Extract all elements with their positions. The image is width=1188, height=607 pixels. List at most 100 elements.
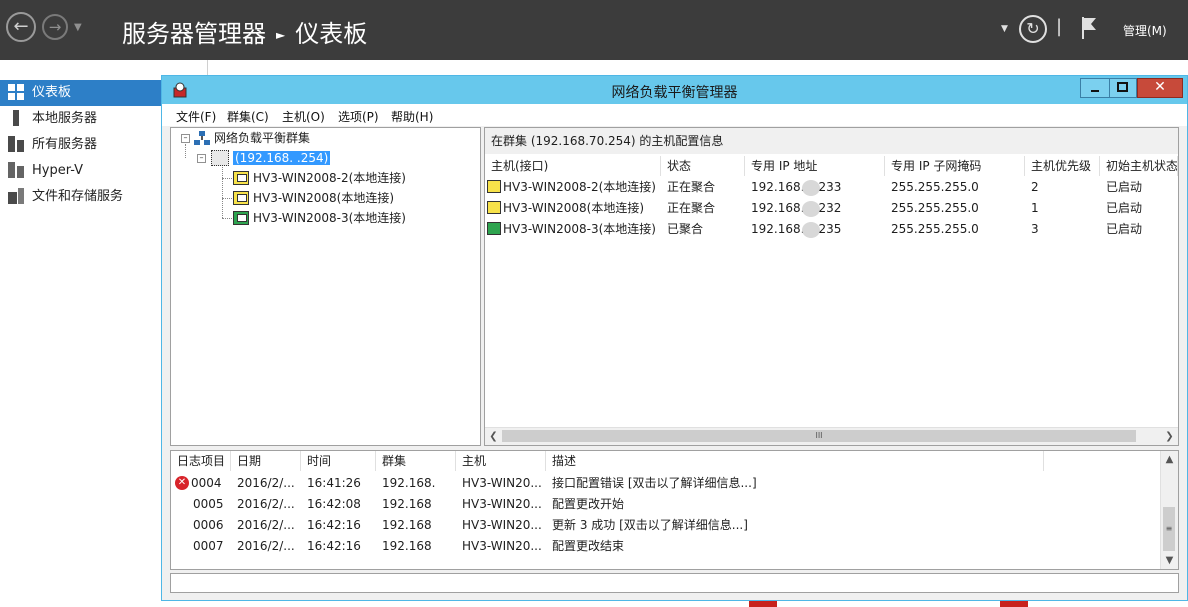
cell-ip: 192.168. 235	[745, 219, 885, 239]
column-header-host[interactable]: 主机(接口)	[485, 156, 661, 176]
manage-menu[interactable]: 管理(M)	[1123, 22, 1167, 39]
column-header-mask[interactable]: 专用 IP 子网掩码	[885, 156, 1025, 176]
sidebar-item-label: 仪表板	[32, 85, 72, 100]
tree-node-label: (192.168. .254)	[233, 151, 331, 165]
scroll-left-icon[interactable]: ❮	[485, 428, 502, 445]
menu-file[interactable]: 文件(F)	[176, 108, 216, 125]
log-description: 配置更改结束	[552, 539, 625, 553]
log-date: 2016/2/...	[237, 518, 295, 532]
minimize-button[interactable]	[1080, 78, 1110, 98]
back-arrow-icon[interactable]: ←	[6, 12, 36, 42]
menu-help[interactable]: 帮助(H)	[391, 108, 433, 125]
column-header-priority[interactable]: 主机优先级	[1025, 156, 1100, 176]
column-header-initial-state[interactable]: 初始主机状态	[1100, 156, 1178, 176]
log-header-cluster[interactable]: 群集	[376, 451, 456, 471]
cell-status: 正在聚合	[667, 201, 716, 215]
scroll-up-icon[interactable]: ▲	[1161, 451, 1178, 468]
tree-collapse-toggle[interactable]: –	[197, 154, 206, 163]
notifications-flag-icon[interactable]	[1080, 16, 1098, 40]
tree-line	[222, 162, 223, 218]
horizontal-scrollbar[interactable]: ❮ III ❯	[485, 427, 1178, 445]
table-row-host[interactable]: HV3-WIN2008-2(本地连接)	[485, 177, 661, 197]
tree-node-host[interactable]: HV3-WIN2008(本地连接)	[233, 189, 394, 207]
log-entry-id[interactable]: 0007	[171, 536, 231, 556]
nlb-manager-window: 网络负载平衡管理器 ✕ 文件(F) 群集(C) 主机(O) 选项(P) 帮助(H…	[161, 75, 1188, 601]
tree-node-host[interactable]: HV3-WIN2008-3(本地连接)	[233, 209, 406, 227]
log-host: HV3-WIN20...	[462, 518, 542, 532]
scroll-thumb[interactable]: III	[502, 430, 1136, 442]
cell-mask: 255.255.255.0	[891, 180, 979, 194]
cell-mask: 255.255.255.0	[891, 201, 979, 215]
host-list-pane: 在群集 (192.168.70.254) 的主机配置信息 主机(接口) 状态 专…	[484, 127, 1179, 446]
page-title: 服务器管理器 ► 仪表板	[122, 14, 367, 49]
scroll-down-icon[interactable]: ▼	[1161, 552, 1178, 569]
log-header-time[interactable]: 时间	[301, 451, 376, 471]
log-host: HV3-WIN20...	[462, 497, 542, 511]
app-title: 服务器管理器	[122, 20, 266, 48]
maximize-button[interactable]	[1109, 78, 1137, 98]
dashboard-icon	[8, 83, 24, 100]
all-servers-icon	[8, 135, 24, 152]
tree-node-root[interactable]: 网络负载平衡群集	[194, 129, 310, 147]
close-button[interactable]: ✕	[1137, 78, 1183, 98]
tree-node-host[interactable]: HV3-WIN2008-2(本地连接)	[233, 169, 406, 187]
log-entry-id[interactable]: 0005	[171, 494, 231, 514]
cell-mask: 255.255.255.0	[891, 222, 979, 236]
sidebar-item-dashboard[interactable]: 仪表板	[0, 80, 162, 106]
cell-host: HV3-WIN2008-3(本地连接)	[503, 222, 656, 236]
file-storage-icon	[8, 187, 24, 204]
sidebar-item-all-servers[interactable]: 所有服务器	[0, 132, 162, 158]
refresh-icon[interactable]: ↻	[1019, 15, 1047, 43]
sidebar-item-file-storage[interactable]: 文件和存储服务	[0, 184, 162, 210]
column-header-ip[interactable]: 专用 IP 地址	[745, 156, 885, 176]
tree-node-cluster[interactable]: (192.168. .254)	[211, 149, 331, 167]
history-dropdown-icon[interactable]: ▼	[74, 22, 82, 33]
log-header-entry[interactable]: 日志项目	[171, 451, 231, 471]
log-pane: 日志项目 日期 时间 群集 主机 描述 ✕ 0004 2016/2/... 16:…	[170, 450, 1179, 570]
cell-priority: 1	[1031, 201, 1039, 215]
log-entry-id[interactable]: 0006	[171, 515, 231, 535]
cell-initial-state: 已启动	[1106, 222, 1143, 236]
table-row-host[interactable]: HV3-WIN2008(本地连接)	[485, 198, 661, 218]
table-row-host[interactable]: HV3-WIN2008-3(本地连接)	[485, 219, 661, 239]
tree-node-label: HV3-WIN2008(本地连接)	[253, 191, 394, 205]
ip-prefix: 192.168.	[751, 180, 805, 194]
maximize-icon	[1117, 82, 1128, 92]
log-row-entry[interactable]: ✕ 0004	[171, 473, 231, 493]
header-dropdown-icon[interactable]: ▼	[1001, 24, 1008, 34]
error-icon: ✕	[175, 475, 189, 490]
server-manager-header: ← → ▼ 服务器管理器 ► 仪表板 ▼ ↻ | 管理(M)	[0, 0, 1188, 60]
background-tile-accent	[1000, 601, 1028, 607]
log-header-date[interactable]: 日期	[231, 451, 301, 471]
log-date: 2016/2/...	[237, 539, 295, 553]
breadcrumb-separator-icon: ►	[276, 28, 286, 42]
log-header-host[interactable]: 主机	[456, 451, 546, 471]
log-header-description[interactable]: 描述	[546, 451, 1044, 471]
local-server-icon	[13, 109, 19, 126]
log-time: 16:42:16	[307, 539, 361, 553]
sidebar-item-local-server[interactable]: 本地服务器	[0, 106, 162, 132]
forward-arrow-icon[interactable]: →	[42, 14, 68, 40]
menu-options[interactable]: 选项(P)	[338, 108, 379, 125]
sidebar-item-hyperv[interactable]: Hyper-V	[0, 158, 162, 184]
sidebar-item-label: Hyper-V	[32, 163, 84, 178]
log-date: 2016/2/...	[237, 497, 295, 511]
cell-host: HV3-WIN2008(本地连接)	[503, 201, 644, 215]
vertical-scrollbar[interactable]: ▲ ≡ ▼	[1160, 451, 1178, 569]
tree-collapse-toggle[interactable]: –	[181, 134, 190, 143]
menu-host[interactable]: 主机(O)	[282, 108, 325, 125]
column-header-status[interactable]: 状态	[661, 156, 745, 176]
ip-prefix: 192.168.	[751, 222, 805, 236]
menu-cluster[interactable]: 群集(C)	[227, 108, 269, 125]
sidebar-item-label: 所有服务器	[32, 137, 98, 152]
window-titlebar[interactable]: 网络负载平衡管理器 ✕	[162, 76, 1187, 104]
scroll-thumb[interactable]: ≡	[1163, 507, 1175, 551]
log-time: 16:41:26	[307, 476, 361, 490]
cluster-tree[interactable]: – 网络负载平衡群集 – (192.168. .254) HV3-WIN2008…	[170, 127, 481, 446]
cell-status: 正在聚合	[667, 180, 716, 194]
log-cluster: 192.168	[382, 497, 432, 511]
scroll-right-icon[interactable]: ❯	[1161, 428, 1178, 445]
log-cluster: 192.168.	[382, 476, 436, 490]
cell-ip: 192.168. 233	[745, 177, 885, 197]
log-time: 16:42:08	[307, 497, 361, 511]
